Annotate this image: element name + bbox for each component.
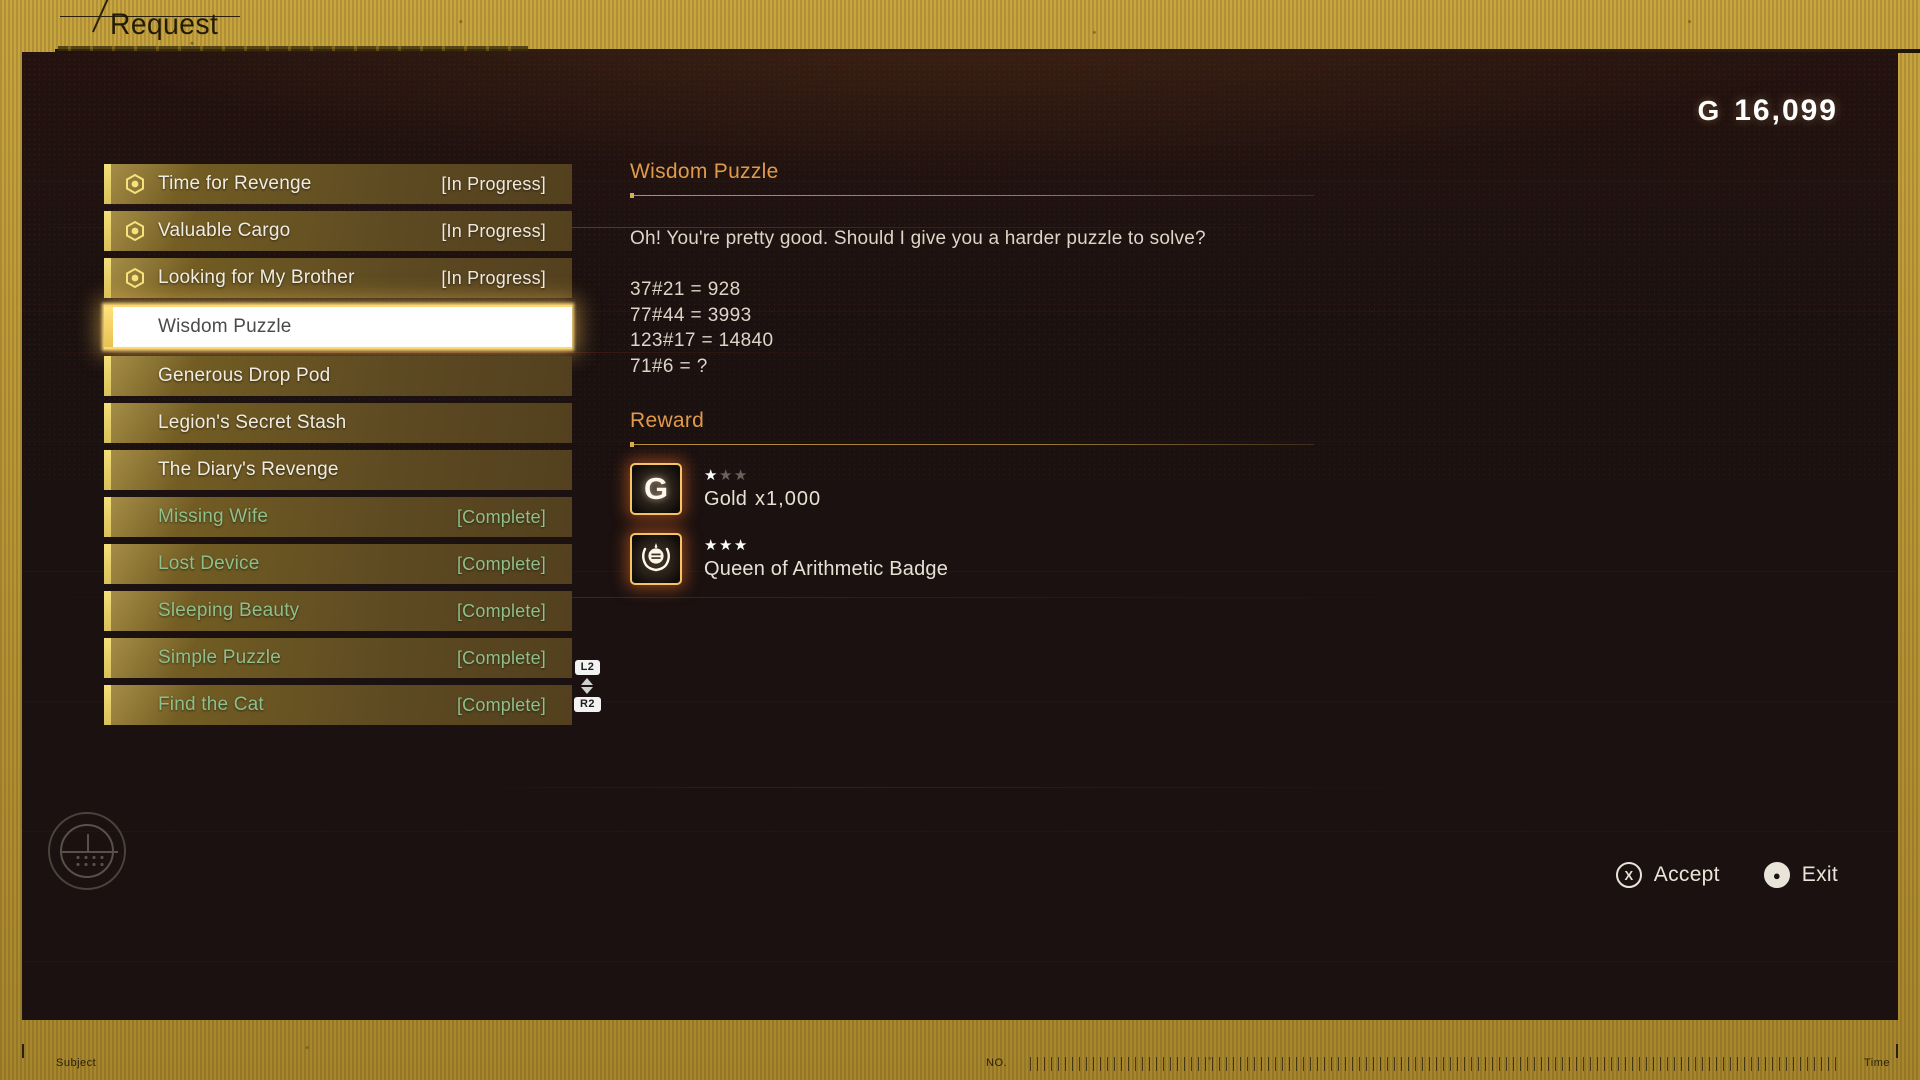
- quest-row[interactable]: Looking for My Brother [In Progress]: [104, 258, 572, 298]
- quest-label: Find the Cat: [158, 694, 264, 715]
- quest-list[interactable]: Time for Revenge [In Progress] Valuable Ca…: [104, 164, 572, 764]
- reward-rarity-stars: ★★★: [704, 466, 749, 484]
- quest-row[interactable]: Legion's Secret Stash: [104, 403, 572, 443]
- hex-target-icon: [126, 174, 144, 194]
- accept-button[interactable]: X Accept: [1615, 862, 1720, 888]
- reward-name: Queen of Arithmetic Badge: [704, 558, 948, 581]
- quest-status: [Complete]: [456, 694, 546, 715]
- emblem-inner: [60, 824, 118, 878]
- quest-row[interactable]: Time for Revenge [In Progress]: [104, 164, 572, 204]
- puzzle-equation-line: 37#21 = 928: [630, 279, 741, 301]
- badge-laurel-icon: [624, 527, 688, 592]
- quest-status: [In Progress]: [441, 267, 546, 288]
- strip-no-label: NO.: [986, 1057, 1008, 1069]
- quest-label: Valuable Cargo: [158, 220, 291, 241]
- reward-text: ★★★ Gold x1,000: [704, 468, 821, 511]
- cross-button-icon: X: [1615, 862, 1642, 888]
- strip-subject-label: Subject: [56, 1057, 97, 1069]
- scroll-hint[interactable]: L2 R2: [574, 660, 601, 712]
- quest-label: Time for Revenge: [158, 173, 312, 194]
- reward-glyph: G: [643, 471, 669, 507]
- decor-red-line-4: [442, 787, 1542, 788]
- header-dash-pattern: [58, 46, 528, 51]
- quest-label: Missing Wife: [158, 506, 269, 527]
- gold-amount: 16,099: [1734, 94, 1838, 127]
- quest-status: [Complete]: [456, 553, 546, 574]
- strip-time-label: Time: [1863, 1057, 1890, 1069]
- reward-quantity: x1,000: [755, 487, 822, 510]
- quest-label: Lost Device: [158, 553, 260, 574]
- circle-button-icon: ●: [1763, 862, 1790, 888]
- puzzle-equation-line: 77#44 = 3993: [630, 304, 752, 326]
- quest-row[interactable]: Missing Wife [Complete]: [104, 497, 572, 537]
- gold-coin-icon: G: [624, 457, 688, 522]
- quest-label: The Diary's Revenge: [158, 459, 339, 480]
- bottom-status-strip: Subject NO. Time: [0, 1044, 1920, 1080]
- detail-description: Oh! You're pretty good. Should I give yo…: [630, 228, 1206, 249]
- arrow-down-icon: [581, 687, 594, 694]
- reward-rule: [630, 442, 1314, 448]
- reward-item: G ★★★ Gold x1,000: [624, 457, 1810, 522]
- reward-section: Reward G ★★★ Gold x1,000 ★★★ Queen of Arithme…: [624, 409, 1810, 592]
- corner-mark-left: [22, 1044, 24, 1058]
- quest-row[interactable]: Wisdom Puzzle: [104, 305, 572, 349]
- hex-target-icon: [126, 221, 144, 241]
- scroll-arrows-icon: [581, 678, 594, 694]
- arrow-up-icon: [581, 678, 594, 685]
- quest-label: Simple Puzzle: [158, 647, 281, 668]
- quest-row[interactable]: Lost Device [Complete]: [104, 544, 572, 584]
- quest-row[interactable]: Sleeping Beauty [Complete]: [104, 591, 572, 631]
- quest-row[interactable]: The Diary's Revenge: [104, 450, 572, 490]
- quest-row[interactable]: Find the Cat [Complete]: [104, 685, 572, 725]
- puzzle-equation-line: 123#17 = 14840: [630, 330, 774, 352]
- reward-text: ★★★ Queen of Arithmetic Badge: [704, 538, 948, 581]
- currency-display: G 16,099: [1697, 94, 1838, 128]
- gold-symbol-icon: G: [1697, 95, 1721, 126]
- reward-rarity-stars: ★★★: [704, 536, 749, 554]
- quest-status: [In Progress]: [441, 173, 546, 194]
- quest-status: [Complete]: [456, 647, 546, 668]
- emblem-dots: [74, 854, 104, 868]
- detail-title-rule: [630, 193, 1314, 198]
- puzzle-equation-line: 71#6 = ?: [630, 355, 708, 377]
- quest-status: [Complete]: [456, 506, 546, 527]
- reward-name-text: Gold: [704, 487, 748, 510]
- reward-name: Gold x1,000: [704, 488, 821, 511]
- hex-target-icon: [126, 268, 144, 288]
- quest-label: Sleeping Beauty: [158, 600, 300, 621]
- faction-emblem-icon: [48, 812, 126, 890]
- reward-item-list: G ★★★ Gold x1,000 ★★★ Queen of Arithmetic Bad…: [624, 457, 1810, 592]
- puzzle-equations: 37#21 = 928 77#44 = 3993 123#17 = 14840 71#…: [630, 277, 1810, 379]
- reward-name-text: Queen of Arithmetic Badge: [704, 557, 949, 580]
- quest-status: [Complete]: [456, 600, 546, 621]
- quest-detail-pane: Wisdom Puzzle Oh! You're pretty good. Sh…: [624, 160, 1810, 592]
- accept-label: Accept: [1653, 863, 1720, 886]
- quest-row[interactable]: Generous Drop Pod: [104, 356, 572, 396]
- strip-ruler: [1030, 1057, 1840, 1071]
- quest-row[interactable]: Valuable Cargo [In Progress]: [104, 211, 572, 251]
- detail-title: Wisdom Puzzle: [630, 160, 779, 183]
- footer-actions: X Accept ● Exit: [1615, 862, 1838, 888]
- quest-label: Generous Drop Pod: [158, 365, 331, 386]
- reward-heading: Reward: [630, 409, 705, 433]
- page-title: Request: [110, 8, 219, 41]
- l2-button-hint[interactable]: L2: [574, 660, 601, 675]
- game-screen: Request G 16,099 Time for Revenge [In Pro…: [0, 0, 1920, 1080]
- main-panel: G 16,099 Time for Revenge [In Progress] Va…: [22, 52, 1898, 1020]
- laurel-wreath-icon: [638, 539, 674, 580]
- reward-item: ★★★ Queen of Arithmetic Badge: [624, 527, 1810, 592]
- quest-status: [In Progress]: [441, 220, 546, 241]
- quest-label: Wisdom Puzzle: [158, 316, 292, 337]
- quest-label: Legion's Secret Stash: [158, 412, 347, 433]
- quest-label: Looking for My Brother: [158, 267, 355, 288]
- exit-label: Exit: [1801, 863, 1838, 886]
- r2-button-hint[interactable]: R2: [574, 697, 601, 712]
- quest-row[interactable]: Simple Puzzle [Complete]: [104, 638, 572, 678]
- corner-mark-right: [1896, 1044, 1898, 1058]
- header-bar: Request: [0, 0, 1920, 53]
- exit-button[interactable]: ● Exit: [1763, 862, 1838, 888]
